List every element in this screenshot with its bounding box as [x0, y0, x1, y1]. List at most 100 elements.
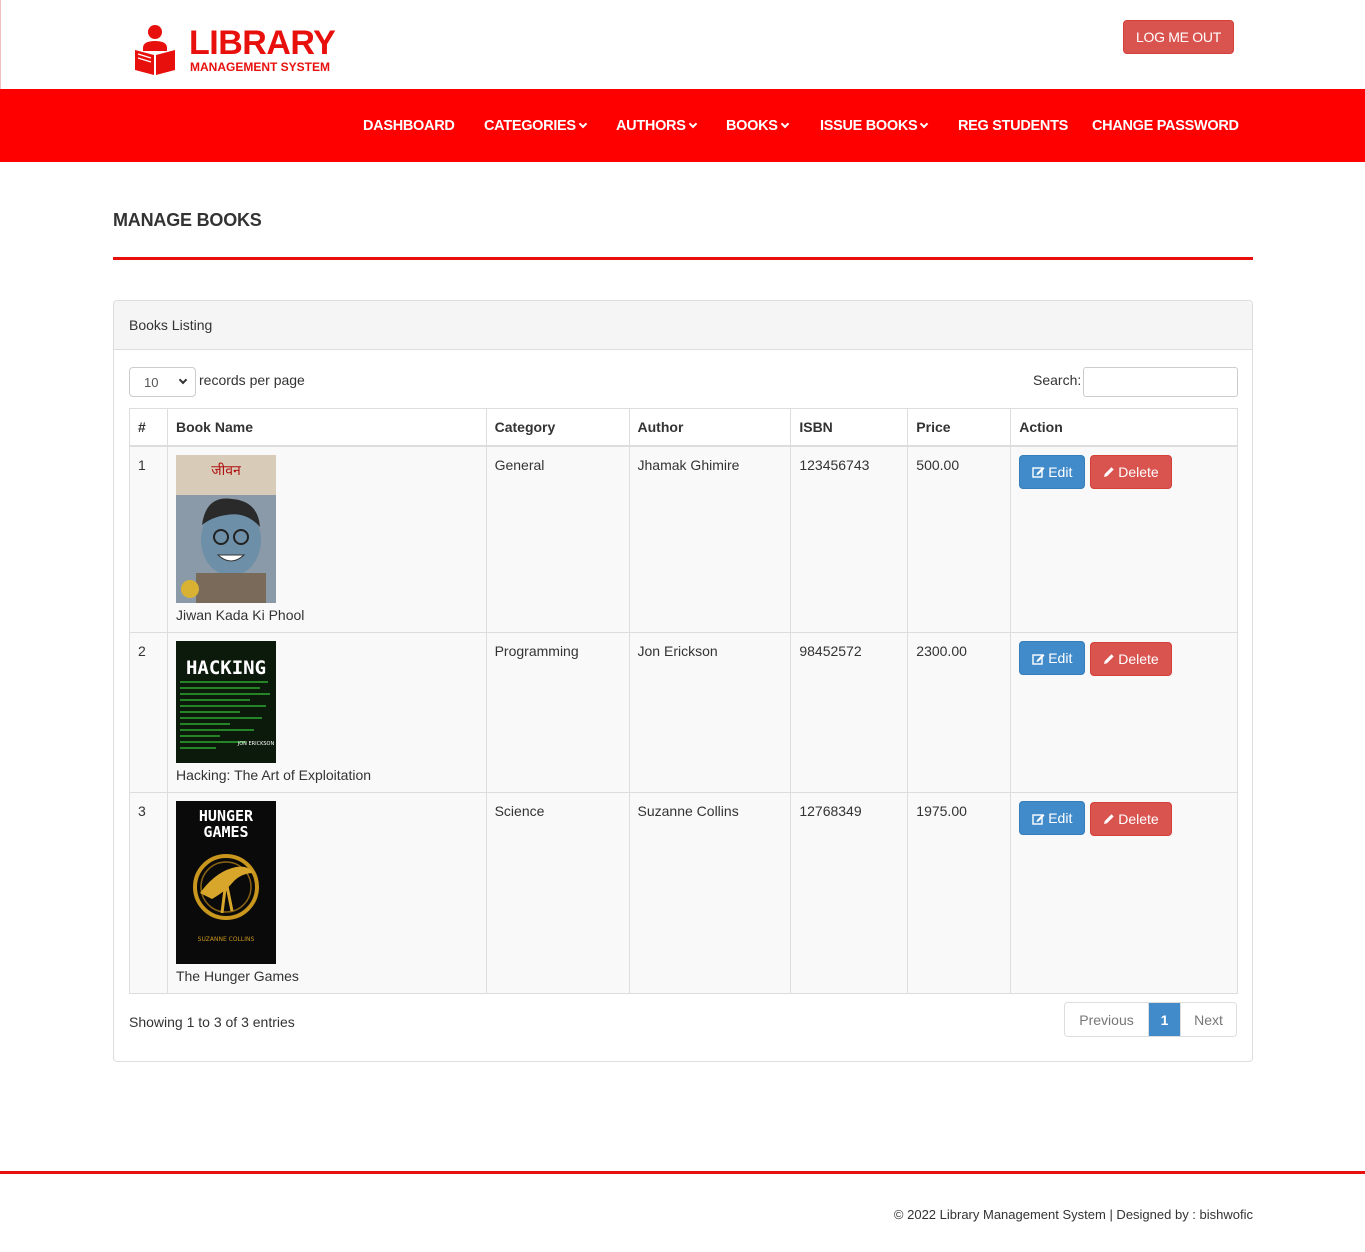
page-1-button[interactable]: 1 — [1149, 1003, 1180, 1036]
delete-label: Delete — [1118, 810, 1159, 827]
cell-action: Edit Delete — [1010, 792, 1238, 994]
main-navbar: DASHBOARD CATEGORIES AUTHORS BOOKS ISSUE… — [0, 89, 1365, 162]
pencil-icon — [1104, 813, 1114, 824]
nav-label: AUTHORS — [616, 117, 686, 134]
site-logo[interactable]: LIBRARY MANAGEMENT SYSTEM — [133, 24, 343, 80]
table-row: 3 HUNGER GAMES SUZANNE COLLINS The Hunge… — [129, 792, 1238, 994]
chevron-down-icon — [920, 119, 929, 128]
edit-label: Edit — [1048, 463, 1073, 480]
nav-dashboard[interactable]: DASHBOARD — [363, 89, 455, 162]
logo-subtitle: MANAGEMENT SYSTEM — [190, 60, 331, 74]
book-name: Jiwan Kada Ki Phool — [175, 606, 305, 623]
footer-divider — [0, 1171, 1365, 1174]
cell-author: Jon Erickson — [628, 632, 792, 793]
next-page-button[interactable]: Next — [1180, 1003, 1236, 1036]
reader-book-icon — [135, 25, 175, 75]
svg-text:JON ERICKSON: JON ERICKSON — [237, 741, 275, 747]
cell-isbn: 98452572 — [790, 632, 909, 793]
column-header-category[interactable]: Category — [485, 408, 630, 447]
svg-text:SUZANNE COLLINS: SUZANNE COLLINS — [198, 936, 255, 943]
book-name: Hacking: The Art of Exploitation — [175, 767, 372, 783]
cell-number: 3 — [129, 792, 168, 994]
site-header: LIBRARY MANAGEMENT SYSTEM LOG ME OUT — [0, 0, 1365, 89]
nav-label: CATEGORIES — [484, 117, 576, 134]
page-title: MANAGE BOOKS — [113, 210, 262, 230]
nav-reg-students[interactable]: REG STUDENTS — [958, 89, 1068, 162]
book-name: The Hunger Games — [175, 968, 299, 984]
cell-price: 2300.00 — [907, 632, 1012, 793]
edit-label: Edit — [1048, 810, 1073, 826]
cell-book-name: जीवन Jiwan Kada Ki Phool — [166, 445, 487, 633]
cell-action: Edit Delete — [1010, 445, 1238, 633]
nav-books[interactable]: BOOKS — [726, 89, 789, 162]
nav-label: DASHBOARD — [363, 117, 455, 134]
search-label: Search: — [1033, 372, 1082, 388]
book-cover-hacking-icon: HACKING JON ERICKSON — [175, 641, 276, 763]
cell-price: 500.00 — [907, 445, 1012, 633]
nav-label: REG STUDENTS — [958, 117, 1068, 134]
cell-category: General — [485, 445, 630, 633]
pencil-icon — [1104, 467, 1114, 477]
records-per-page-value: 10 — [144, 375, 159, 390]
books-panel: Books Listing 10 records per page Search… — [113, 300, 1253, 1062]
edit-icon — [1032, 467, 1045, 478]
cell-category: Science — [485, 792, 630, 994]
nav-authors[interactable]: AUTHORS — [616, 89, 697, 162]
svg-text:GAMES: GAMES — [203, 823, 248, 841]
nav-change-password[interactable]: CHANGE PASSWORD — [1092, 89, 1239, 162]
svg-text:HACKING: HACKING — [186, 657, 266, 679]
edit-button[interactable]: Edit — [1019, 454, 1086, 489]
delete-label: Delete — [1118, 650, 1159, 667]
edit-button[interactable]: Edit — [1019, 641, 1086, 675]
table-row: 1 जीवन Jiwan Kada Ki Phool General Jhama… — [129, 445, 1238, 633]
pagination: Previous 1 Next — [1064, 1002, 1237, 1037]
table-row: 2 HACKING JON ERICKSON Hacking: The Art … — [129, 632, 1238, 793]
column-header-book-name[interactable]: Book Name — [166, 408, 487, 447]
table-header-row: # Book Name Category Author ISBN Price A… — [129, 408, 1238, 447]
cell-action: Edit Delete — [1010, 632, 1238, 793]
cell-author: Suzanne Collins — [628, 792, 792, 994]
nav-categories[interactable]: CATEGORIES — [484, 89, 588, 162]
column-header-action[interactable]: Action — [1010, 408, 1238, 447]
delete-button[interactable]: Delete — [1090, 455, 1172, 489]
chevron-down-icon — [578, 119, 588, 128]
cell-author: Jhamak Ghimire — [628, 445, 792, 633]
edit-button[interactable]: Edit — [1019, 801, 1086, 835]
previous-page-button[interactable]: Previous — [1065, 1003, 1149, 1036]
edit-icon — [1032, 653, 1045, 665]
chevron-down-icon — [780, 119, 789, 128]
book-cover-hunger-games-icon: HUNGER GAMES SUZANNE COLLINS — [175, 801, 276, 964]
nav-issue-books[interactable]: ISSUE BOOKS — [820, 89, 929, 162]
pencil-icon — [1104, 653, 1114, 664]
delete-button[interactable]: Delete — [1090, 641, 1172, 676]
cell-price: 1975.00 — [907, 792, 1012, 994]
column-header-number[interactable]: # — [129, 408, 168, 447]
edit-icon — [1032, 813, 1045, 825]
books-table: # Book Name Category Author ISBN Price A… — [129, 408, 1238, 994]
logout-button[interactable]: LOG ME OUT — [1123, 20, 1234, 54]
cell-category: Programming — [485, 632, 630, 793]
edit-label: Edit — [1048, 650, 1073, 666]
column-header-isbn[interactable]: ISBN — [790, 408, 909, 447]
chevron-down-icon — [178, 375, 188, 385]
cell-book-name: HUNGER GAMES SUZANNE COLLINS The Hunger … — [166, 792, 487, 994]
records-per-page-select[interactable]: 10 — [129, 367, 196, 397]
column-header-author[interactable]: Author — [628, 408, 792, 447]
delete-label: Delete — [1118, 464, 1159, 480]
footer-copyright: © 2022 Library Management System | Desig… — [893, 1207, 1253, 1222]
search-input[interactable] — [1083, 367, 1238, 397]
delete-button[interactable]: Delete — [1090, 801, 1172, 836]
column-header-price[interactable]: Price — [907, 408, 1012, 447]
cell-number: 2 — [129, 632, 168, 793]
svg-text:जीवन: जीवन — [211, 462, 241, 479]
book-cover-portrait-icon: जीवन — [175, 454, 276, 603]
chevron-down-icon — [688, 119, 697, 128]
nav-label: CHANGE PASSWORD — [1092, 117, 1239, 134]
title-divider — [113, 257, 1253, 260]
cell-number: 1 — [129, 445, 168, 633]
logo-title: LIBRARY — [189, 24, 336, 62]
table-info: Showing 1 to 3 of 3 entries — [129, 1014, 295, 1030]
nav-label: ISSUE BOOKS — [820, 117, 918, 134]
panel-heading: Books Listing — [114, 301, 1252, 350]
cell-book-name: HACKING JON ERICKSON Hacking: The Art of… — [166, 632, 487, 793]
